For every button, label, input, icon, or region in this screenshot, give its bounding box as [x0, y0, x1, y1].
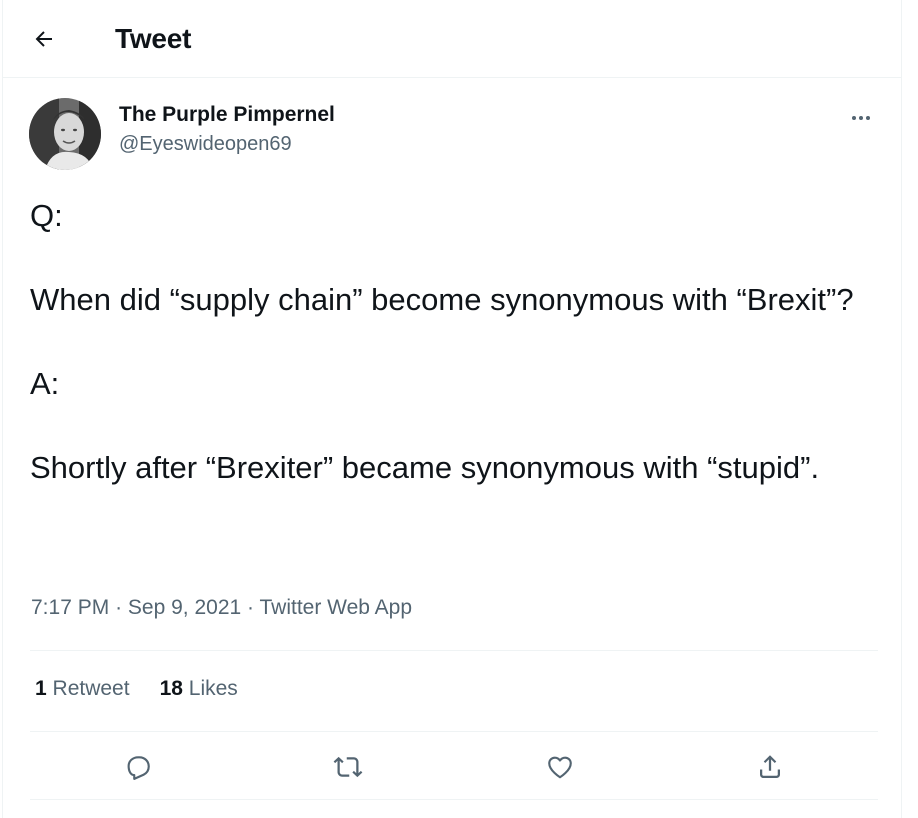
tweet-line: When did “supply chain” become synonymou…: [30, 282, 854, 317]
reply-icon: [127, 756, 150, 780]
tweet-text: Q: When did “supply chain” become synony…: [30, 195, 870, 489]
tweet-metadata: 7:17 PM · Sep 9, 2021 · Twitter Web App: [31, 596, 412, 620]
share-icon: [760, 755, 780, 778]
tweet-line: Shortly after “Brexiter” became synonymo…: [30, 450, 820, 485]
back-button[interactable]: [25, 20, 63, 58]
tweet-stats: 1 Retweet 18 Likes: [35, 677, 238, 701]
user-handle[interactable]: @Eyeswideopen69: [119, 133, 292, 156]
action-bar: [30, 733, 878, 799]
tweet-date[interactable]: Sep 9, 2021: [128, 596, 241, 619]
divider: [30, 731, 878, 732]
likes-stat[interactable]: 18 Likes: [160, 677, 238, 701]
retweets-stat[interactable]: 1 Retweet: [35, 677, 130, 701]
more-icon: [852, 116, 870, 120]
reply-button[interactable]: [118, 747, 158, 787]
arrow-left-icon: [35, 31, 52, 47]
share-button[interactable]: [750, 747, 790, 787]
meta-separator: ·: [247, 596, 255, 619]
like-button[interactable]: [540, 747, 580, 787]
retweet-icon: [333, 756, 363, 778]
likes-label: Likes: [188, 677, 238, 700]
meta-separator: ·: [115, 596, 123, 619]
tweet-page: Tweet The Purple Pimpernel @Eyeswideopen…: [2, 0, 902, 818]
page-title: Tweet: [115, 23, 192, 54]
display-name[interactable]: The Purple Pimpernel: [119, 103, 335, 127]
divider: [30, 650, 878, 651]
retweets-count: 1: [35, 677, 47, 700]
likes-count: 18: [159, 677, 183, 700]
tweet-source[interactable]: Twitter Web App: [259, 596, 412, 619]
tweet-line: A:: [30, 366, 60, 401]
divider: [30, 799, 878, 800]
avatar-image: [29, 98, 101, 170]
retweets-label: Retweet: [52, 677, 130, 700]
tweet-time[interactable]: 7:17 PM: [31, 596, 109, 619]
tweet-line: Q:: [30, 198, 63, 233]
page-header: Tweet: [3, 0, 901, 78]
more-options-button[interactable]: [843, 100, 879, 136]
avatar[interactable]: [29, 98, 101, 170]
like-icon: [548, 756, 572, 779]
retweet-button[interactable]: [328, 747, 368, 787]
